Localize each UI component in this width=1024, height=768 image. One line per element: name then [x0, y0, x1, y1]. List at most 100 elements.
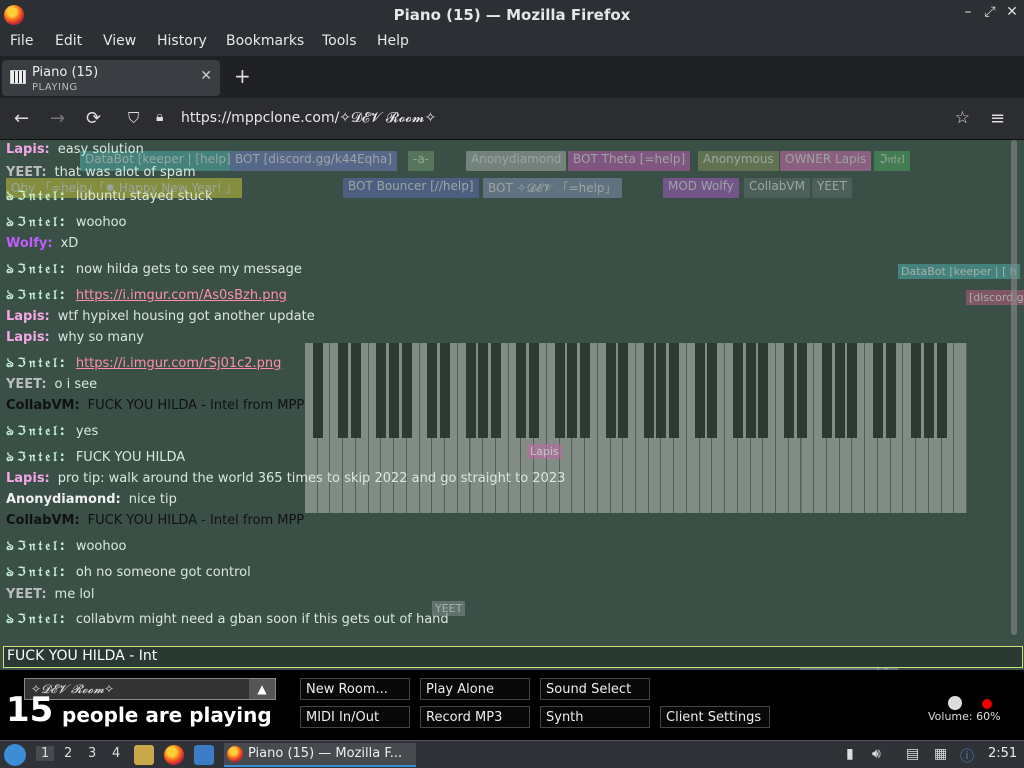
black-key[interactable] — [605, 343, 616, 438]
player-name-tag[interactable]: BOT ✧𝓓𝓔𝓥 「=help」 — [483, 178, 622, 198]
black-key[interactable] — [656, 343, 667, 438]
player-name-tag[interactable]: YEET — [812, 178, 852, 198]
room-selector[interactable]: ✧𝓓𝓔𝓥 𝓡𝓸𝓸𝓶✧ ▲ — [24, 678, 276, 700]
black-key[interactable] — [376, 343, 387, 438]
menu-help[interactable]: Help — [377, 33, 409, 49]
minimize-button[interactable]: – — [958, 4, 978, 24]
sound-select-button[interactable]: Sound Select — [540, 678, 650, 700]
workspace-3[interactable]: 3 — [88, 746, 96, 761]
file-manager-icon[interactable] — [134, 745, 154, 765]
player-name-tag[interactable]: BOT Bouncer [//help] — [343, 178, 479, 198]
black-key[interactable] — [732, 343, 743, 438]
black-key[interactable] — [911, 343, 922, 438]
white-key[interactable] — [954, 343, 967, 513]
workspace-1[interactable]: 1 — [36, 746, 55, 761]
black-key[interactable] — [872, 343, 883, 438]
piano-keyboard[interactable] — [305, 343, 967, 513]
black-key[interactable] — [554, 343, 565, 438]
restore-button[interactable]: ⤢ — [980, 4, 1000, 24]
black-key[interactable] — [707, 343, 718, 438]
black-key[interactable] — [529, 343, 540, 438]
chat-input[interactable]: FUCK YOU HILDA - Int — [3, 646, 1023, 668]
room-dropdown-arrow-icon[interactable]: ▲ — [249, 679, 275, 699]
menu-history[interactable]: History — [157, 33, 207, 49]
workspace-4[interactable]: 4 — [112, 746, 120, 761]
black-key[interactable] — [312, 343, 323, 438]
updates-icon[interactable]: ⓘ — [960, 746, 974, 766]
black-key[interactable] — [567, 343, 578, 438]
bookmark-star-icon[interactable]: ☆ — [955, 108, 970, 128]
black-key[interactable] — [338, 343, 349, 438]
new-room-button[interactable]: New Room... — [300, 678, 410, 700]
chat-link[interactable]: https://i.imgur.com/rSj01c2.png — [76, 356, 282, 371]
desktop-icon[interactable] — [194, 745, 214, 765]
player-name-tag[interactable]: CollabVM — [744, 178, 810, 198]
player-name-tag[interactable]: Anonymous — [698, 151, 779, 171]
black-key[interactable] — [796, 343, 807, 438]
close-window-button[interactable]: ✕ — [1002, 4, 1022, 24]
play-alone-button[interactable]: Play Alone — [420, 678, 530, 700]
client-settings-button[interactable]: Client Settings — [660, 706, 770, 728]
volume-knob[interactable] — [948, 696, 962, 710]
black-key[interactable] — [847, 343, 858, 438]
midi-button[interactable]: MIDI In/Out — [300, 706, 410, 728]
url-bar[interactable]: ⛉ 🔒︎ https://mppclone.com/✧𝓓𝓔𝓥 𝓡𝓸𝓸𝓶✧ ☆ — [118, 104, 978, 134]
new-tab-button[interactable]: + — [234, 64, 251, 88]
player-name-tag[interactable]: OWNER Lapis — [780, 151, 872, 171]
player-name-tag[interactable]: MOD Wolfy — [663, 178, 739, 198]
black-key[interactable] — [783, 343, 794, 438]
black-key[interactable] — [580, 343, 591, 438]
black-key[interactable] — [389, 343, 400, 438]
workspace-2[interactable]: 2 — [64, 746, 72, 761]
forward-button[interactable]: → — [50, 108, 65, 129]
black-key[interactable] — [478, 343, 489, 438]
black-key[interactable] — [885, 343, 896, 438]
network-icon[interactable]: ▦ — [934, 746, 947, 762]
hamburger-menu-icon[interactable]: ≡ — [990, 108, 1005, 129]
black-key[interactable] — [821, 343, 832, 438]
menu-tools[interactable]: Tools — [322, 33, 357, 49]
reload-button[interactable]: ⟳ — [86, 108, 101, 129]
battery-icon[interactable]: ▮ — [846, 746, 854, 762]
menu-edit[interactable]: Edit — [55, 33, 82, 49]
close-tab-icon[interactable]: ✕ — [200, 68, 212, 84]
black-key[interactable] — [465, 343, 476, 438]
black-key[interactable] — [834, 343, 845, 438]
black-key[interactable] — [758, 343, 769, 438]
black-key[interactable] — [936, 343, 947, 438]
player-name-tag[interactable]: Anonydiamond — [466, 151, 567, 171]
taskbar-window-firefox[interactable]: Piano (15) — Mozilla F... — [224, 743, 416, 767]
black-key[interactable] — [490, 343, 501, 438]
tab-piano[interactable]: Piano (15) PLAYING ✕ — [2, 60, 220, 96]
firefox-launcher-icon[interactable] — [164, 745, 184, 765]
chat-link[interactable]: https://i.imgur.com/As0sBzh.png — [76, 288, 287, 303]
start-menu-icon[interactable] — [4, 744, 26, 766]
record-mp3-button[interactable]: Record MP3 — [420, 706, 530, 728]
menu-view[interactable]: View — [103, 33, 136, 49]
black-key[interactable] — [440, 343, 451, 438]
black-key[interactable] — [401, 343, 412, 438]
url-text[interactable]: https://mppclone.com/✧𝓓𝓔𝓥 𝓡𝓸𝓸𝓶✧ — [181, 110, 436, 126]
black-key[interactable] — [669, 343, 680, 438]
shield-icon[interactable]: ⛉ — [128, 109, 139, 127]
chat-scrollbar[interactable] — [1011, 140, 1017, 635]
menu-bookmarks[interactable]: Bookmarks — [226, 33, 304, 49]
black-key[interactable] — [427, 343, 438, 438]
player-name-tag[interactable]: BOT [discord.gg/k44Eqha] — [230, 151, 397, 171]
synth-button[interactable]: Synth — [540, 706, 650, 728]
black-key[interactable] — [694, 343, 705, 438]
player-name-tag[interactable]: -a- — [408, 151, 435, 171]
clipboard-icon[interactable]: ▤ — [906, 746, 919, 762]
lock-icon[interactable]: 🔒︎ — [156, 109, 163, 125]
black-key[interactable] — [350, 343, 361, 438]
black-key[interactable] — [745, 343, 756, 438]
volume-icon[interactable]: 🔊︎ — [872, 746, 881, 762]
player-name-tag[interactable]: ℑ𝔫𝔱𝔢𝔩 — [874, 151, 910, 171]
black-key[interactable] — [516, 343, 527, 438]
black-key[interactable] — [923, 343, 934, 438]
menu-file[interactable]: File — [10, 33, 33, 49]
player-name-tag[interactable]: BOT Theta [=help] — [568, 151, 691, 171]
black-key[interactable] — [643, 343, 654, 438]
back-button[interactable]: ← — [14, 108, 29, 129]
black-key[interactable] — [618, 343, 629, 438]
